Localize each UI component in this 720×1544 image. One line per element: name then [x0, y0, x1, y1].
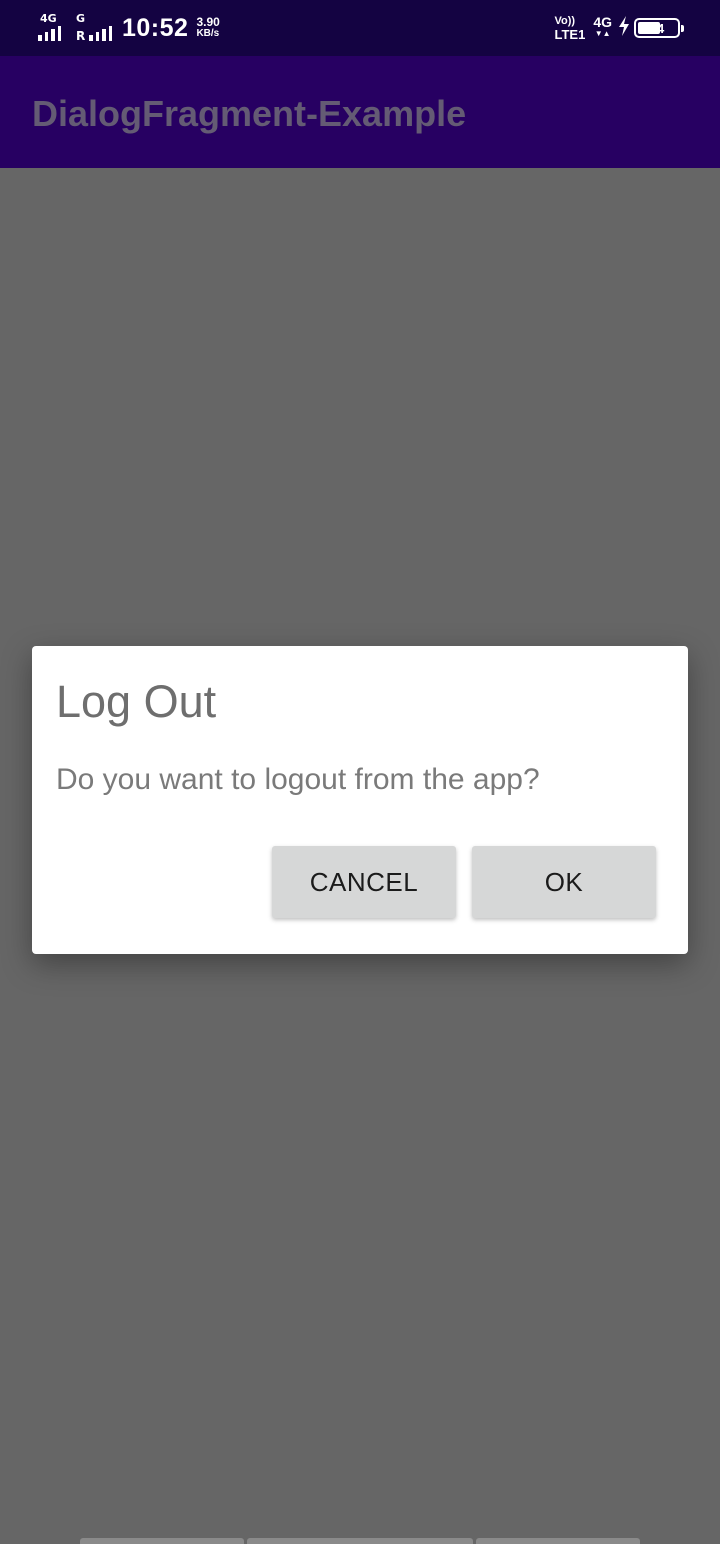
network-speed: 3.90 KB/s — [196, 15, 220, 39]
network-icon: 4G ▼▲ — [593, 14, 612, 40]
charging-icon — [618, 15, 630, 41]
battery-icon: 54 — [634, 18, 684, 38]
cancel-button[interactable]: CANCEL — [272, 846, 456, 918]
sim1-signal-icon: 4G — [38, 13, 72, 43]
network-speed-value: 3.90 — [196, 15, 220, 29]
sim2-network-tag: G — [76, 12, 86, 25]
status-bar: 4G G R 10:52 3.90 KB/s Vo)) LTE1 4G ▼▲ 5… — [0, 0, 720, 56]
sim1-network-tag: 4G — [40, 12, 57, 25]
battery-level: 54 — [649, 20, 665, 36]
status-time: 10:52 — [122, 13, 189, 42]
ok-button[interactable]: OK — [472, 846, 656, 918]
dialog-message: Do you want to logout from the app? — [56, 763, 540, 796]
data-activity-icon: ▼▲ — [594, 29, 611, 38]
app-bar: DialogFragment-Example — [0, 56, 720, 168]
roaming-indicator: R — [76, 29, 86, 43]
app-title: DialogFragment-Example — [32, 93, 467, 134]
network-type: 4G — [593, 14, 612, 30]
network-speed-unit: KB/s — [196, 28, 220, 39]
status-left: 4G G R 10:52 3.90 KB/s — [38, 12, 220, 44]
nav-bar-segment — [476, 1538, 640, 1544]
sim2-signal-icon: G R — [76, 12, 112, 43]
volte-bottom-label: LTE1 — [554, 27, 586, 42]
nav-bar-segment — [80, 1538, 244, 1544]
dialog-title: Log Out — [56, 676, 217, 727]
status-right: Vo)) LTE1 4G ▼▲ 54 — [554, 12, 684, 44]
logout-dialog: Log Out Do you want to logout from the a… — [32, 646, 688, 954]
nav-bar-segment — [247, 1538, 473, 1544]
volte-icon: Vo)) LTE1 — [554, 15, 585, 41]
